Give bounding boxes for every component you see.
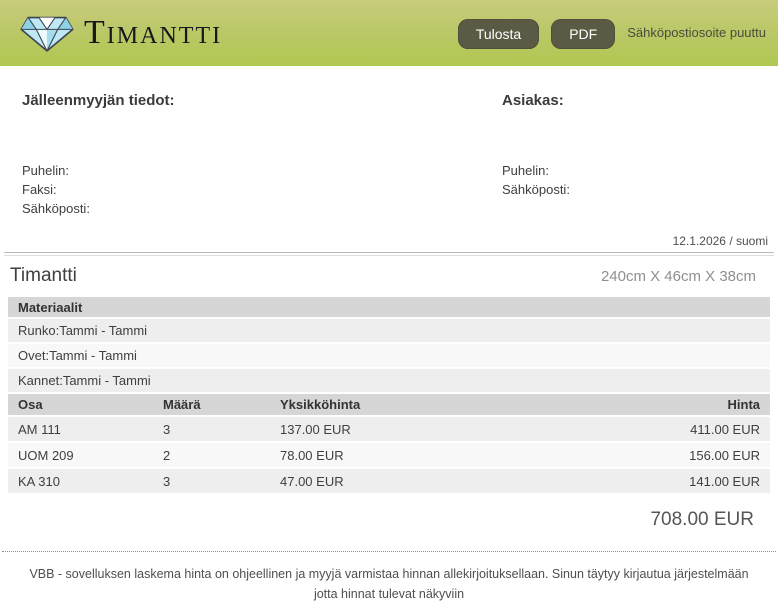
reseller-phone-label: Puhelin: <box>22 161 502 180</box>
product-header: Timantti 240cm X 46cm X 38cm <box>10 265 756 287</box>
email-missing-warning: Sähköpostiosoite puuttu <box>627 19 770 40</box>
date-language-line: 12.1.2026 / suomi <box>0 234 768 248</box>
unit-price-cell: 137.00 EUR <box>280 422 600 437</box>
total-price: 708.00 EUR <box>0 509 754 531</box>
col-header-part: Osa <box>18 397 163 412</box>
part-cell: AM 111 <box>18 422 163 437</box>
reseller-fax-label: Faksi: <box>22 180 502 199</box>
customer-email-label: Sähköposti: <box>502 180 778 199</box>
reseller-email-label: Sähköposti: <box>22 199 502 218</box>
reseller-title: Jälleenmyyjän tiedot: <box>22 92 502 109</box>
diamond-icon <box>20 9 74 58</box>
unit-price-cell: 78.00 EUR <box>280 448 600 463</box>
materials-header: Materiaalit <box>8 297 770 317</box>
col-header-unit-price: Yksikköhinta <box>280 397 600 412</box>
brand-name: Timantti <box>84 16 222 50</box>
col-header-quantity: Määrä <box>163 397 280 412</box>
price-cell: 141.00 EUR <box>600 474 760 489</box>
customer-phone-label: Puhelin: <box>502 161 778 180</box>
app-header: Timantti Tulosta PDF Sähköpostiosoite pu… <box>0 0 778 66</box>
print-button[interactable]: Tulosta <box>458 19 539 49</box>
section-divider <box>4 252 774 256</box>
footer-divider <box>2 551 776 552</box>
table-row: KA 310 3 47.00 EUR 141.00 EUR <box>8 469 770 493</box>
parts-table-header-row: Osa Määrä Yksikköhinta Hinta <box>8 394 770 415</box>
table-row: UOM 209 2 78.00 EUR 156.00 EUR <box>8 443 770 467</box>
product-dimensions: 240cm X 46cm X 38cm <box>601 268 756 285</box>
quantity-cell: 3 <box>163 474 280 489</box>
pdf-button[interactable]: PDF <box>551 19 615 49</box>
part-cell: UOM 209 <box>18 448 163 463</box>
unit-price-cell: 47.00 EUR <box>280 474 600 489</box>
quantity-cell: 3 <box>163 422 280 437</box>
material-row-kannet: Kannet:Tammi - Tammi <box>8 369 770 392</box>
material-row-ovet: Ovet:Tammi - Tammi <box>8 344 770 367</box>
price-cell: 156.00 EUR <box>600 448 760 463</box>
price-cell: 411.00 EUR <box>600 422 760 437</box>
materials-table: Materiaalit Runko:Tammi - Tammi Ovet:Tam… <box>8 297 770 493</box>
part-cell: KA 310 <box>18 474 163 489</box>
quote-content: Jälleenmyyjän tiedot: Puhelin: Faksi: Sä… <box>0 92 778 604</box>
quantity-cell: 2 <box>163 448 280 463</box>
customer-title: Asiakas: <box>502 92 778 109</box>
material-row-runko: Runko:Tammi - Tammi <box>8 319 770 342</box>
customer-info-column: Asiakas: Puhelin: Sähköposti: <box>502 92 778 218</box>
reseller-info-column: Jälleenmyyjän tiedot: Puhelin: Faksi: Sä… <box>0 92 502 218</box>
product-name: Timantti <box>10 265 77 287</box>
table-row: AM 111 3 137.00 EUR 411.00 EUR <box>8 417 770 441</box>
col-header-price: Hinta <box>600 397 760 412</box>
disclaimer-text: VBB - sovelluksen laskema hinta on ohjee… <box>26 564 752 604</box>
brand-logo: Timantti <box>20 9 222 58</box>
contact-info-section: Jälleenmyyjän tiedot: Puhelin: Faksi: Sä… <box>0 92 778 218</box>
